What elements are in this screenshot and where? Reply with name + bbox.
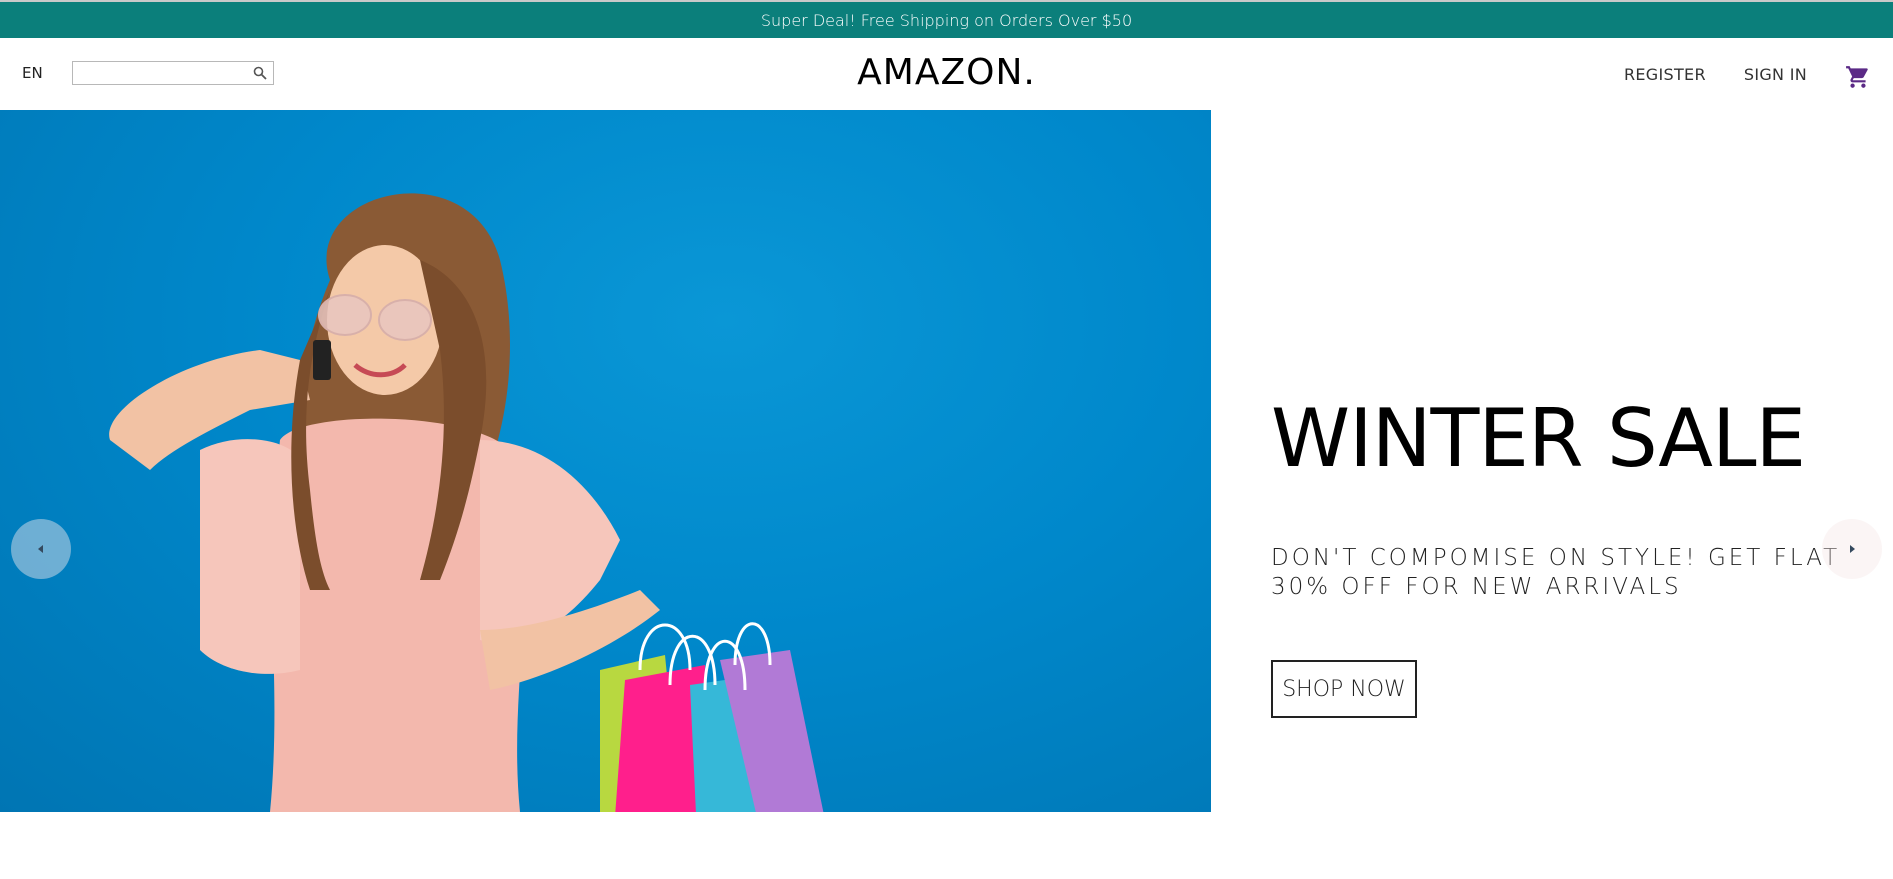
arrow-right-icon xyxy=(1850,545,1855,553)
sign-in-link[interactable]: SIGN IN xyxy=(1744,65,1807,84)
hero-info: WINTER SALE DON'T COMPOMISE ON STYLE! GE… xyxy=(1271,110,1893,812)
logo[interactable]: AMAZON. xyxy=(857,52,1036,93)
hero-description: DON'T COMPOMISE ON STYLE! GET FLAT 30% O… xyxy=(1271,545,1841,600)
logo-wrap: AMAZON. xyxy=(0,52,1893,93)
announcement-text: Super Deal! Free Shipping on Orders Over… xyxy=(760,10,1133,30)
announcement-bar: Super Deal! Free Shipping on Orders Over… xyxy=(0,0,1893,38)
model-with-shopping-bags-illustration xyxy=(109,193,824,812)
search-icon[interactable] xyxy=(250,63,270,83)
search-box xyxy=(72,61,274,85)
arrow-left-icon xyxy=(38,545,43,553)
slider-next-button[interactable] xyxy=(1822,519,1882,579)
search-input[interactable] xyxy=(73,62,250,84)
slider-prev-button[interactable] xyxy=(11,519,71,579)
hero-image xyxy=(0,110,1211,812)
language-label[interactable]: EN xyxy=(22,64,43,82)
shop-now-button[interactable]: SHOP NOW xyxy=(1271,660,1417,718)
register-link[interactable]: REGISTER xyxy=(1624,65,1706,84)
hero-title: WINTER SALE xyxy=(1271,392,1806,485)
hero-slider: WINTER SALE DON'T COMPOMISE ON STYLE! GE… xyxy=(0,110,1893,812)
nav-right: REGISTER SIGN IN xyxy=(1624,38,1893,110)
navbar: EN AMAZON. REGISTER SIGN IN xyxy=(0,38,1893,110)
shopping-cart-icon[interactable] xyxy=(1845,64,1871,90)
